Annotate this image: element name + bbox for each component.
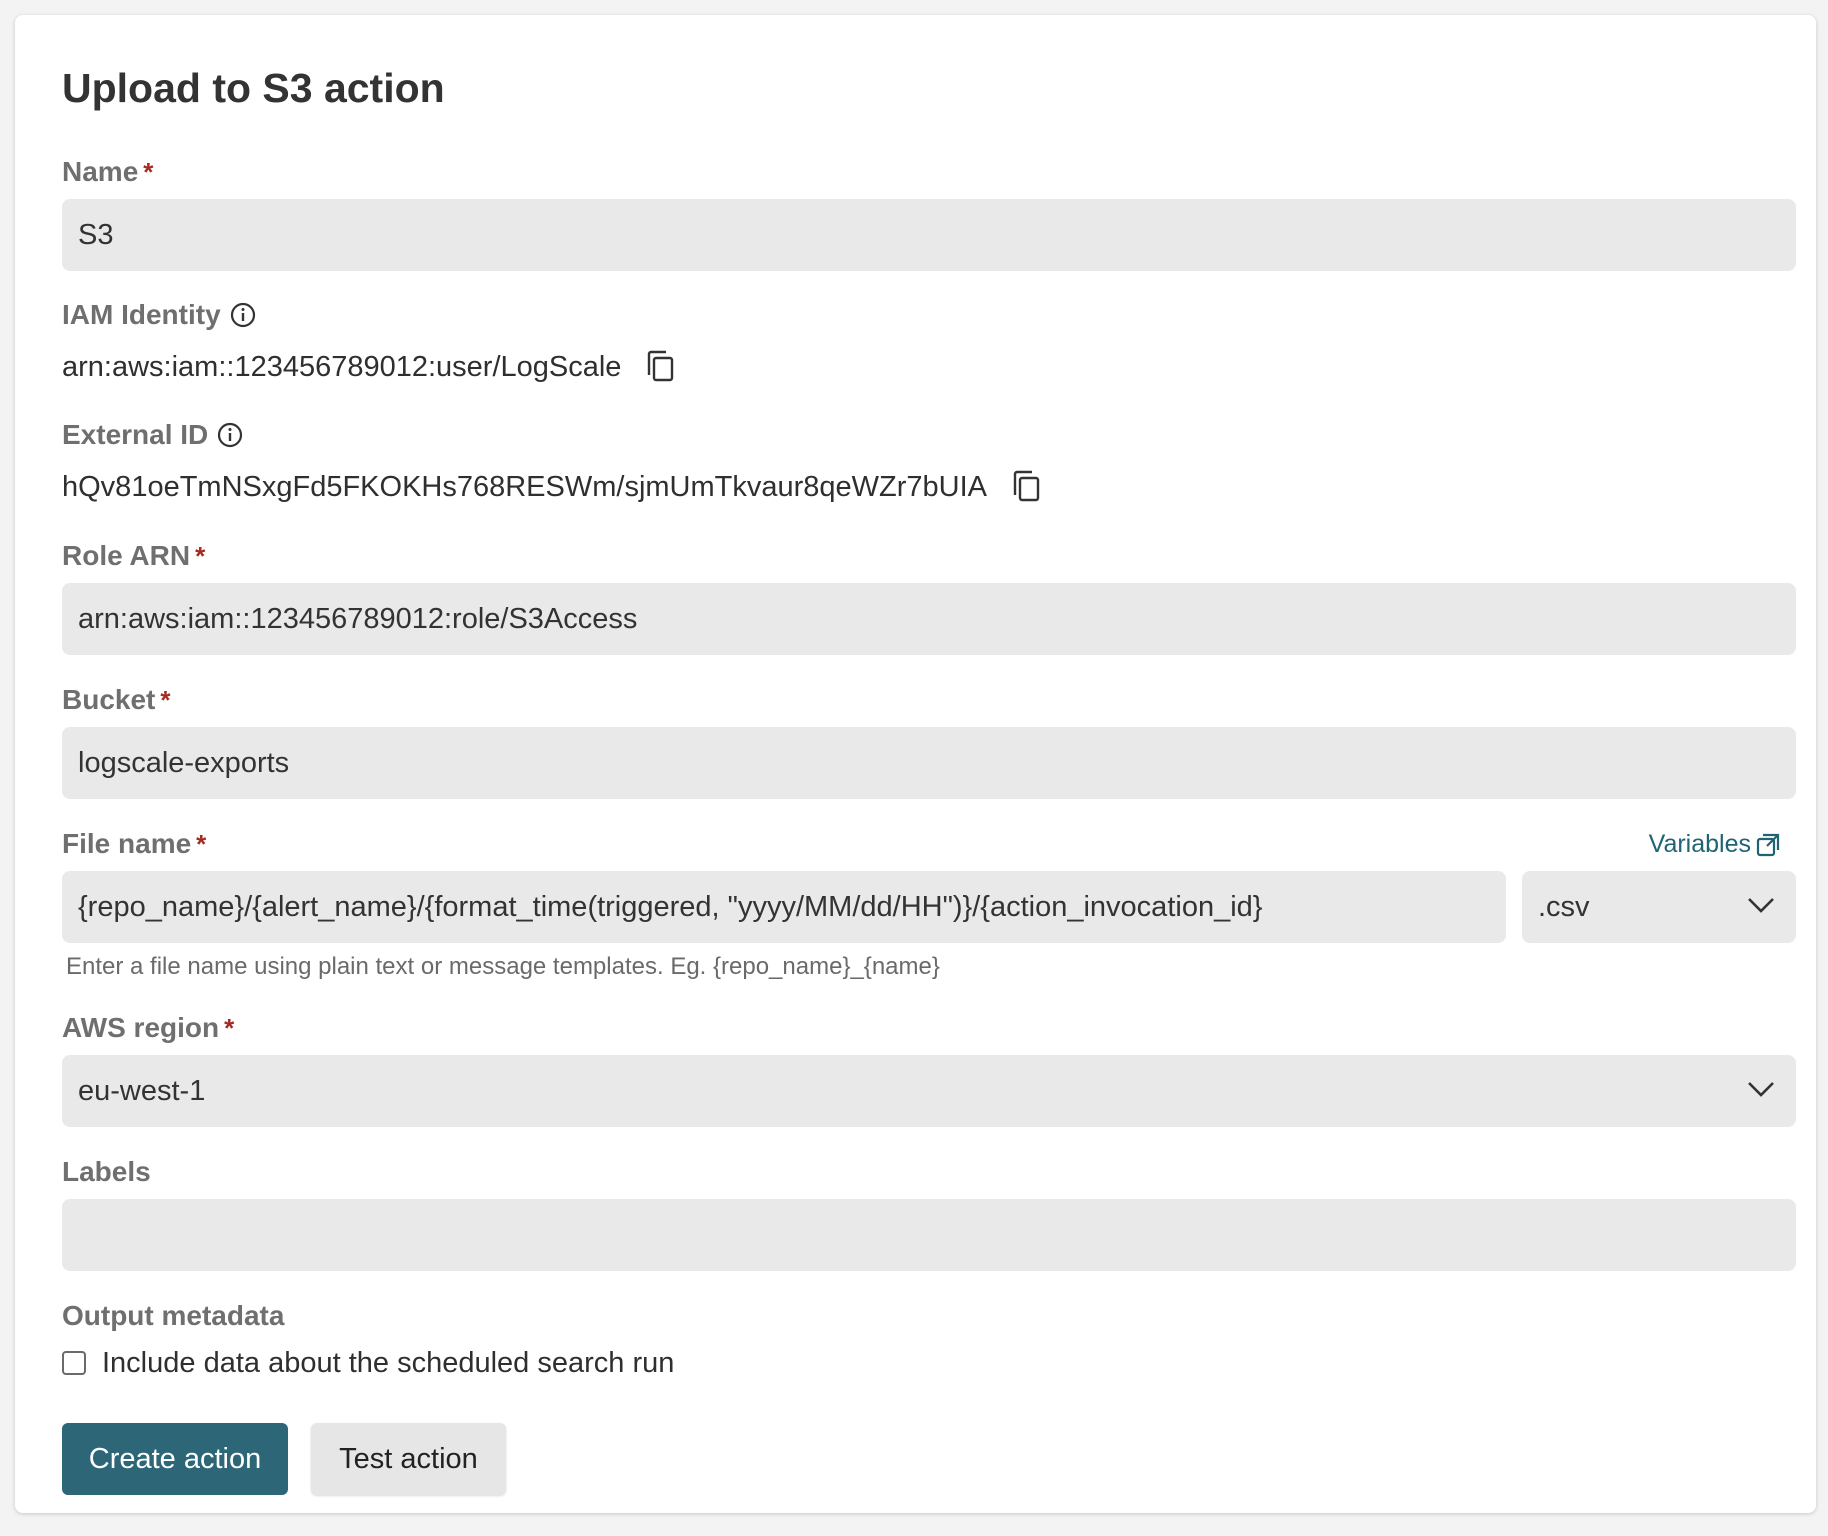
name-label: Name * [62,155,153,189]
bucket-label: Bucket * [62,683,171,717]
variables-link-label: Variables [1648,830,1751,858]
chevron-down-icon [1748,1082,1774,1097]
copy-icon[interactable] [645,350,677,384]
iam-identity-value: arn:aws:iam::123456789012:user/LogScale [62,351,622,383]
page-title: Upload to S3 action [62,65,445,111]
bucket-label-text: Bucket [62,684,156,715]
action-form-card: Upload to S3 action Name * S3 IAM Identi… [15,15,1816,1513]
bucket-input-value: logscale-exports [78,746,290,779]
external-id-row: hQv81oeTmNSxgFd5FKOKHs768RESWm/sjmUmTkva… [62,469,1043,505]
aws-region-select[interactable]: eu-west-1 [62,1055,1796,1127]
name-label-text: Name [62,156,139,187]
external-id-value: hQv81oeTmNSxgFd5FKOKHs768RESWm/sjmUmTkva… [62,471,988,503]
file-name-input-value: {repo_name}/{alert_name}/{format_time(tr… [78,890,1263,923]
labels-label: Labels [62,1155,151,1189]
test-action-button[interactable]: Test action [311,1423,506,1495]
external-id-label: External ID [62,418,244,452]
create-action-button-label: Create action [88,1442,262,1475]
bucket-input[interactable]: logscale-exports [62,727,1796,799]
file-extension-value: .csv [1538,890,1590,923]
aws-region-label: AWS region * [62,1011,234,1045]
include-metadata-checkbox[interactable] [62,1351,86,1375]
test-action-button-label: Test action [339,1442,478,1475]
copy-icon[interactable] [1011,470,1043,504]
required-marker: * [195,541,206,571]
labels-input[interactable] [62,1199,1796,1271]
iam-identity-row: arn:aws:iam::123456789012:user/LogScale [62,349,677,385]
output-metadata-label: Output metadata [62,1299,284,1333]
role-arn-input-value: arn:aws:iam::123456789012:role/S3Access [78,602,638,635]
role-arn-input[interactable]: arn:aws:iam::123456789012:role/S3Access [62,583,1796,655]
file-name-label: File name * [62,827,206,861]
role-arn-label: Role ARN * [62,539,205,573]
output-metadata-checkbox-row[interactable]: Include data about the scheduled search … [62,1345,674,1381]
name-input-value: S3 [78,218,114,251]
external-link-icon [1756,833,1780,856]
output-metadata-label-text: Output metadata [62,1300,285,1331]
file-name-label-text: File name [62,828,192,859]
iam-identity-label: IAM Identity [62,298,257,332]
external-id-label-text: External ID [62,419,209,450]
include-metadata-checkbox-label[interactable]: Include data about the scheduled search … [102,1345,674,1381]
info-icon[interactable] [216,421,244,449]
create-action-button[interactable]: Create action [62,1423,288,1495]
required-marker: * [224,1013,235,1043]
required-marker: * [196,829,207,859]
required-marker: * [160,685,171,715]
iam-identity-label-text: IAM Identity [62,299,221,330]
role-arn-label-text: Role ARN [62,540,191,571]
info-icon[interactable] [229,301,257,329]
name-input[interactable]: S3 [62,199,1796,271]
labels-label-text: Labels [62,1156,151,1187]
aws-region-value: eu-west-1 [78,1074,206,1107]
file-name-input[interactable]: {repo_name}/{alert_name}/{format_time(tr… [62,871,1506,943]
aws-region-label-text: AWS region [62,1012,220,1043]
file-extension-select[interactable]: .csv [1522,871,1796,943]
chevron-down-icon [1748,898,1774,913]
required-marker: * [143,157,154,187]
variables-link[interactable]: Variables [1649,830,1781,859]
file-name-help-text: Enter a file name using plain text or me… [66,953,940,980]
